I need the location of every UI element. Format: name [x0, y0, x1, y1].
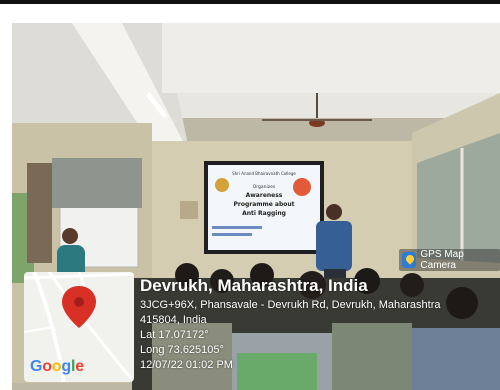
gps-map-camera-badge: GPS Map Camera: [399, 249, 500, 271]
longitude: Long 73.625105°: [140, 344, 224, 356]
slide-line: Awareness: [246, 192, 283, 199]
datetime: 12/07/22 01:02 PM: [140, 359, 233, 371]
cupboard: [27, 163, 52, 263]
switchboard: [180, 201, 198, 219]
address-line-2: 415804, India: [140, 314, 207, 326]
top-border: [0, 0, 500, 4]
woman-head: [62, 228, 78, 244]
map-pin-icon: [62, 286, 96, 328]
location-info: Devrukh, Maharashtra, India 3JCG+96X, Ph…: [140, 276, 496, 373]
address-line-1: 3JCG+96X, Phansavale - Devrukh Rd, Devru…: [140, 299, 441, 311]
google-logo: Google: [30, 358, 84, 375]
gps-badge-label: GPS Map Camera: [420, 249, 464, 271]
slide-line: Organizes: [253, 184, 276, 190]
slide-header: Shri Anand Bhairavnath College: [232, 171, 296, 176]
location-city: Devrukh, Maharashtra, India: [140, 276, 368, 295]
map-thumbnail[interactable]: Google: [24, 272, 134, 382]
presenter-shirt: [316, 221, 352, 271]
presenter-head: [326, 204, 342, 220]
greenboard: [52, 158, 142, 208]
slide-line: Programme about: [233, 201, 294, 208]
slide-line: Anti Ragging: [242, 210, 286, 217]
latitude: Lat 17.07172°: [140, 329, 209, 341]
map-pin-icon: [402, 252, 417, 268]
